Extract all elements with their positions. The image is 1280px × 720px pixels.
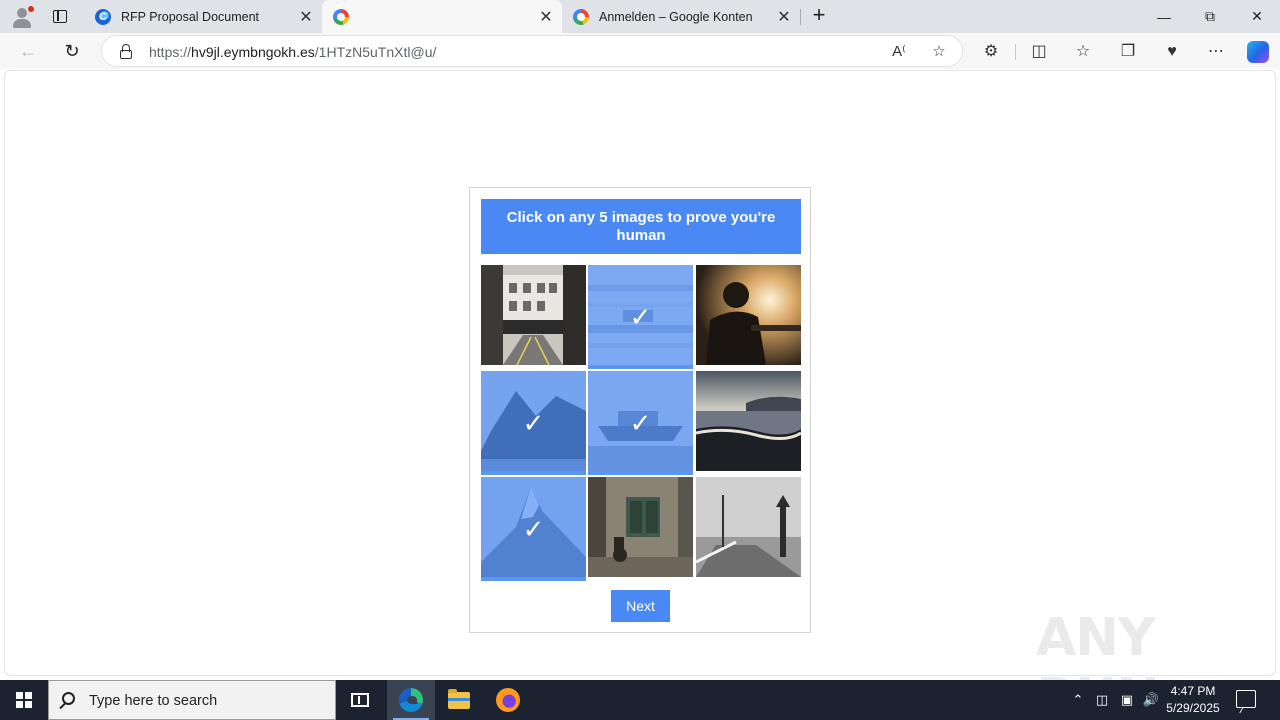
- tab-title: Anmelden – Google Konten: [599, 9, 753, 24]
- windows-start-icon[interactable]: [0, 680, 48, 720]
- close-tab-icon[interactable]: ✕: [296, 7, 316, 27]
- show-hidden-icons-chevron-icon[interactable]: ⌃: [1068, 680, 1088, 720]
- tab-google-konten[interactable]: Anmelden – Google Konten ✕: [562, 0, 800, 33]
- captcha-tile-person[interactable]: [696, 265, 801, 365]
- minimize-icon[interactable]: —: [1141, 0, 1187, 33]
- google-g-icon: [333, 8, 349, 25]
- network-icon[interactable]: ▣: [1116, 680, 1138, 720]
- checkmark-icon: ✓: [522, 407, 545, 438]
- restore-icon[interactable]: ⧉: [1187, 0, 1233, 33]
- favorites-icon[interactable]: ☆: [1072, 41, 1094, 63]
- address-bar[interactable]: https://hv9jl.eymbngokh.es/1HTzN5uTnXtl@…: [101, 35, 963, 67]
- checkmark-icon: ✓: [629, 407, 652, 438]
- windows-taskbar: Type here to search ⌃ ◫ ▣ 🔊 4:47 PM 5/29…: [0, 680, 1280, 720]
- browser-tab-strip: C RFP Proposal Document ✕ ✕ Anmelden – G…: [0, 0, 1280, 33]
- task-view-icon[interactable]: [336, 680, 384, 720]
- search-icon: [62, 692, 75, 705]
- new-tab-plus-icon[interactable]: +: [808, 4, 830, 27]
- lock-icon[interactable]: [120, 44, 132, 59]
- refresh-icon[interactable]: ↻: [57, 37, 87, 65]
- checkmark-icon: ✓: [522, 513, 545, 544]
- firefox-taskbar-icon[interactable]: [484, 680, 532, 720]
- next-button[interactable]: Next: [611, 590, 670, 622]
- close-window-icon[interactable]: ✕: [1234, 0, 1280, 33]
- captcha-tile-island[interactable]: ✓: [481, 371, 586, 475]
- tab-active-google[interactable]: ✕: [322, 0, 562, 33]
- captcha-box: Click on any 5 images to prove you're hu…: [469, 187, 811, 633]
- google-g-icon: [573, 8, 589, 25]
- back-arrow-icon[interactable]: ←: [13, 37, 43, 65]
- toolbar-divider: [1015, 44, 1016, 60]
- tab-rfp-proposal[interactable]: C RFP Proposal Document ✕: [84, 0, 322, 33]
- close-tab-icon[interactable]: ✕: [536, 7, 556, 27]
- clock-date: 5/29/2025: [1166, 701, 1220, 715]
- checkmark-icon: ✓: [629, 301, 652, 332]
- notification-center-icon[interactable]: [1236, 690, 1256, 708]
- captcha-tile-mountain[interactable]: ✓: [481, 477, 586, 581]
- taskbar-clock[interactable]: 4:47 PM 5/29/2025: [1160, 683, 1226, 717]
- profile-avatar-icon[interactable]: [8, 4, 36, 30]
- captcha-tile-street[interactable]: [481, 265, 586, 365]
- clock-time: 4:47 PM: [1170, 684, 1216, 698]
- edge-taskbar-icon[interactable]: [387, 680, 435, 720]
- file-explorer-icon[interactable]: [435, 680, 483, 720]
- device-icon[interactable]: ◫: [1092, 680, 1112, 720]
- captcha-tile-building[interactable]: [588, 477, 693, 577]
- volume-icon[interactable]: 🔊: [1140, 680, 1162, 720]
- read-aloud-icon[interactable]: A⁽: [888, 42, 910, 62]
- tab-separator: [800, 9, 801, 25]
- favorite-star-icon[interactable]: ☆: [928, 42, 950, 62]
- taskbar-search-box[interactable]: Type here to search: [48, 680, 336, 720]
- copilot-icon[interactable]: [1247, 41, 1269, 63]
- tab-actions-icon[interactable]: [48, 6, 72, 28]
- search-placeholder: Type here to search: [89, 693, 218, 709]
- collections-icon[interactable]: ❐: [1117, 41, 1139, 63]
- captcha-tile-pier[interactable]: [696, 477, 801, 577]
- browser-toolbar: ← ↻ https://hv9jl.eymbngokh.es/1HTzN5uTn…: [0, 33, 1280, 69]
- captcha-tile-ship[interactable]: ✓: [588, 371, 693, 475]
- url-text: https://hv9jl.eymbngokh.es/1HTzN5uTnXtl@…: [149, 44, 437, 60]
- more-menu-icon[interactable]: ⋯: [1205, 41, 1227, 63]
- close-tab-icon[interactable]: ✕: [774, 7, 794, 27]
- captcha-tile-beach[interactable]: [696, 371, 801, 471]
- browser-essentials-icon[interactable]: ♥: [1161, 41, 1183, 63]
- captcha-tile-boat[interactable]: ✓: [588, 265, 693, 369]
- tab-title: RFP Proposal Document: [121, 9, 260, 24]
- extensions-puzzle-icon[interactable]: ⚙: [980, 41, 1002, 63]
- split-screen-icon[interactable]: ◫: [1028, 41, 1050, 63]
- copilot-c-icon: C: [95, 8, 111, 25]
- captcha-prompt: Click on any 5 images to prove you're hu…: [481, 199, 801, 254]
